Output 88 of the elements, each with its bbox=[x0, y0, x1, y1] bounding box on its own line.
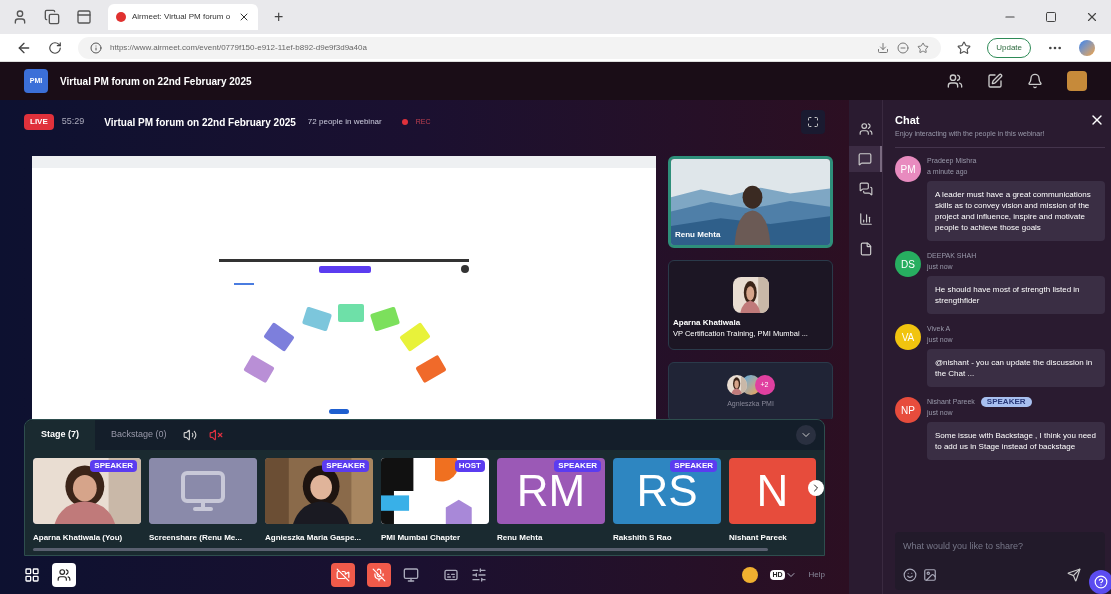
layout-icon[interactable] bbox=[24, 567, 40, 583]
stage-tab[interactable]: Backstage (0) bbox=[95, 420, 183, 450]
role-badge: SPEAKER bbox=[90, 460, 137, 472]
participant-tile[interactable]: RSSPEAKER bbox=[613, 458, 721, 524]
settings-icon[interactable] bbox=[471, 567, 488, 583]
workspaces-icon[interactable] bbox=[44, 9, 60, 25]
file-icon bbox=[858, 242, 873, 256]
profile-icon[interactable] bbox=[12, 9, 28, 25]
user-avatar: PM bbox=[895, 156, 921, 182]
download-icon[interactable] bbox=[877, 41, 890, 54]
role-badge: HOST bbox=[454, 460, 485, 472]
role-badge: SPEAKER bbox=[322, 460, 369, 472]
reload-icon[interactable] bbox=[48, 40, 62, 55]
send-icon[interactable] bbox=[1067, 568, 1081, 582]
url-text: https://www.airmeet.com/event/0779f150-e912-11ef-b892-d9e9f3d9a40a bbox=[110, 41, 367, 54]
browser-tab[interactable]: Airmeet: Virtual PM forum o bbox=[108, 4, 258, 30]
tab-title: Airmeet: Virtual PM forum o bbox=[132, 11, 232, 23]
tab-actions-icon[interactable] bbox=[76, 9, 92, 25]
help-link[interactable]: Help bbox=[808, 569, 825, 581]
participant-name: Aparna Khatiwala (You) bbox=[33, 532, 124, 544]
role-badge: SPEAKER bbox=[980, 397, 1032, 408]
participant-tile[interactable]: HOST bbox=[381, 458, 489, 524]
message-bubble: A leader must have a great communications skills as to convey vision and mission of the project and influence, inspire and motivate people to achieve those goals bbox=[927, 181, 1105, 241]
mic-off-icon bbox=[372, 568, 387, 582]
messages-icon bbox=[858, 182, 873, 196]
live-badge: LIVE bbox=[24, 114, 54, 130]
user-avatar: NP bbox=[895, 397, 921, 423]
participant-tile[interactable] bbox=[149, 458, 257, 524]
maximize-icon[interactable] bbox=[1045, 11, 1057, 23]
favorites-icon[interactable] bbox=[957, 40, 972, 55]
user-avatar: DS bbox=[895, 251, 921, 277]
participant-tile[interactable]: SPEAKER bbox=[265, 458, 373, 524]
message-bubble: @nishant - you can update the discussion in the Chat ... bbox=[927, 349, 1105, 387]
speaker-icon[interactable] bbox=[182, 428, 197, 442]
attendee-count: 72 people in webinar bbox=[307, 116, 382, 128]
session-title: Virtual PM forum on 22nd February 2025 bbox=[104, 115, 296, 130]
new-tab-button[interactable]: + bbox=[274, 9, 284, 25]
user-avatar: VA bbox=[895, 324, 921, 350]
participant-tile[interactable]: SPEAKER bbox=[33, 458, 141, 524]
participant-name: PMI Mumbai Chapter bbox=[381, 532, 462, 544]
speaker-name: Renu Mehta bbox=[675, 229, 721, 241]
participant-name: Agnieszka Maria Gaspe... bbox=[265, 532, 363, 544]
participant-tile[interactable]: N bbox=[729, 458, 816, 524]
help-icon bbox=[1094, 575, 1108, 589]
close-icon[interactable] bbox=[238, 11, 250, 23]
camera-off-button[interactable] bbox=[331, 563, 356, 587]
participant-name: Screenshare (Renu Me... bbox=[149, 532, 243, 544]
fullscreen-button[interactable] bbox=[801, 110, 825, 134]
block-icon[interactable] bbox=[897, 41, 910, 54]
fullscreen-icon bbox=[807, 116, 819, 128]
user-avatar[interactable] bbox=[1067, 71, 1087, 91]
close-icon[interactable] bbox=[1085, 10, 1099, 24]
people-icon[interactable] bbox=[947, 73, 963, 89]
role-badge: SPEAKER bbox=[670, 460, 717, 472]
event-title: Virtual PM forum on 22nd February 2025 bbox=[60, 74, 252, 89]
bar-chart-icon bbox=[858, 212, 873, 226]
muted-icon[interactable] bbox=[208, 428, 223, 442]
help-button[interactable] bbox=[1089, 570, 1111, 594]
mic-off-button[interactable] bbox=[367, 563, 392, 587]
chat-icon bbox=[857, 152, 872, 166]
site-info-icon[interactable] bbox=[90, 41, 102, 54]
participant-tile[interactable]: RM SPEAKER bbox=[497, 458, 605, 524]
people-icon bbox=[858, 122, 873, 136]
notes-icon[interactable] bbox=[987, 73, 1003, 89]
chat-tab[interactable] bbox=[849, 146, 882, 172]
people-button[interactable] bbox=[52, 563, 76, 587]
bell-icon[interactable] bbox=[1027, 73, 1043, 89]
chat-title: Chat bbox=[895, 113, 920, 128]
site-icon bbox=[116, 12, 126, 22]
camera-off-icon bbox=[336, 568, 351, 582]
address-field[interactable]: https://www.airmeet.com/event/0779f150-e912-11ef-b892-d9e9f3d9a40a bbox=[78, 36, 942, 59]
captions-icon[interactable] bbox=[443, 567, 460, 583]
session-timer: 55:29 bbox=[61, 115, 85, 129]
screen-share-icon[interactable] bbox=[403, 567, 420, 583]
scroll-right-button[interactable] bbox=[808, 480, 824, 496]
participant-name: Nishant Pareek bbox=[729, 532, 788, 544]
message-bubble: Some issue with Backstage , I think you need to add us in Stage instead of backstage bbox=[927, 422, 1105, 460]
speaker-name: Aparna Khatiwala bbox=[673, 317, 741, 329]
collapse-button[interactable] bbox=[796, 425, 816, 445]
message-bubble: He should have most of strength listed in strengthfider bbox=[927, 276, 1105, 314]
stage-tab[interactable]: Stage (7) bbox=[25, 420, 95, 450]
participant-name: Renu Mehta bbox=[497, 532, 544, 544]
people-icon bbox=[57, 568, 71, 582]
video-tile[interactable]: Renu Mehta bbox=[668, 156, 833, 248]
participant-name: Rakshith S Rao bbox=[613, 532, 673, 544]
message-field[interactable]: What would you like to share? bbox=[903, 540, 1097, 554]
star-icon[interactable] bbox=[917, 41, 930, 54]
role-badge: SPEAKER bbox=[554, 460, 601, 472]
